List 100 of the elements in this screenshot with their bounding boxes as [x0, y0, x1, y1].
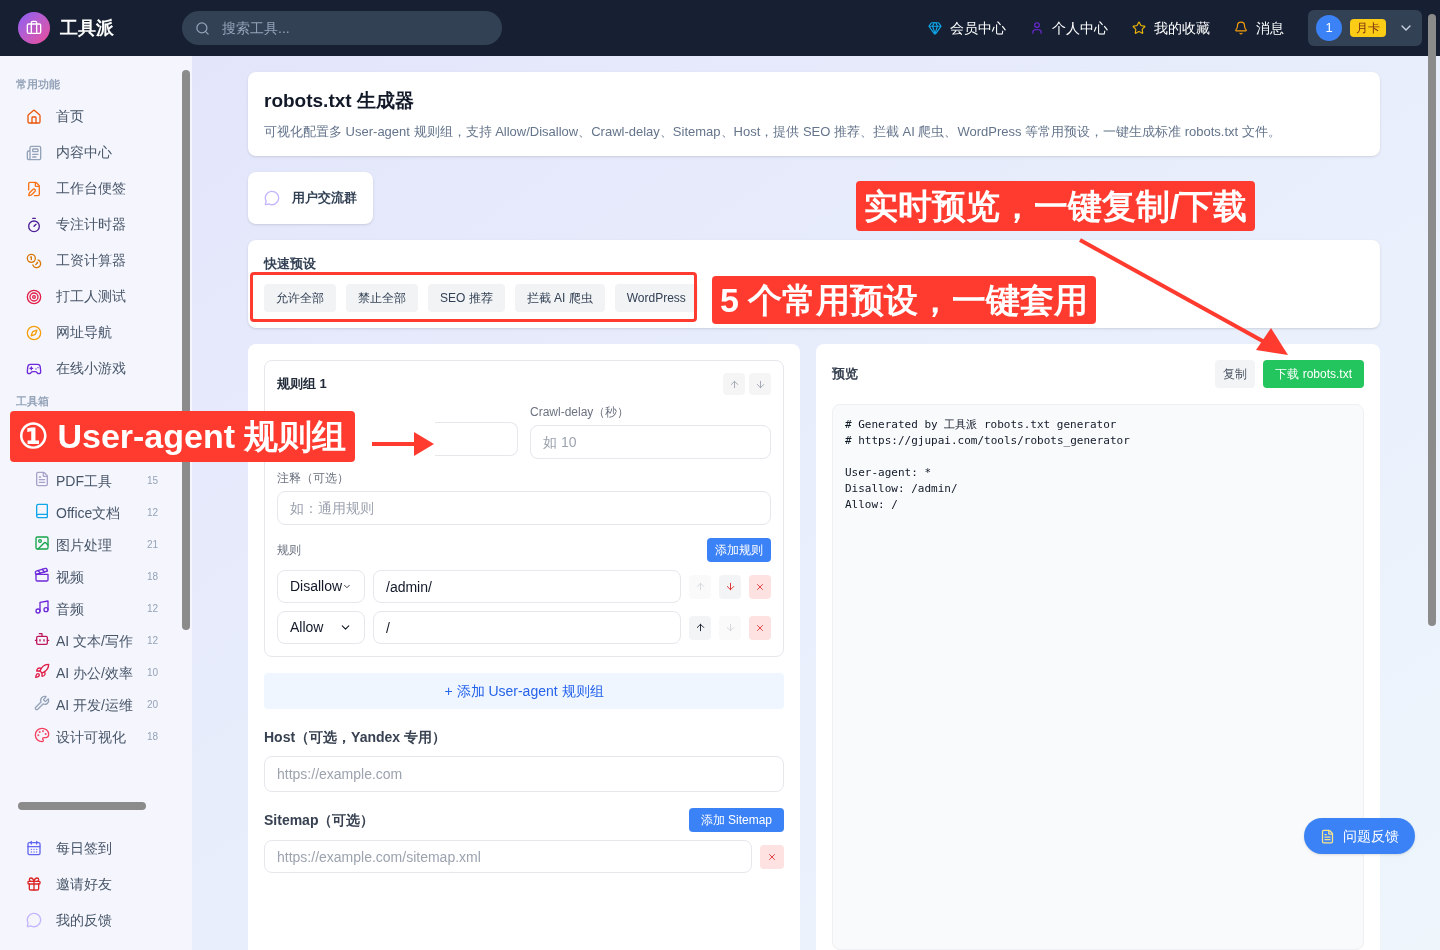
add-group-button[interactable]: + 添加 User-agent 规则组	[264, 673, 784, 709]
book-icon	[34, 502, 50, 519]
user-agent-field[interactable]	[435, 422, 518, 456]
close-icon	[755, 581, 765, 592]
bell-icon	[1234, 21, 1248, 35]
wrench-icon	[34, 694, 50, 711]
sidebar-item[interactable]: 打工人测试	[16, 278, 180, 315]
news-icon	[26, 144, 42, 161]
preset-button[interactable]: 禁止全部	[346, 284, 418, 312]
chat-icon	[26, 912, 42, 928]
page-scrollbar[interactable]	[1428, 14, 1436, 626]
logo-icon	[18, 12, 50, 44]
item-label: AI 文本/写作	[56, 631, 133, 651]
account-menu[interactable]: 1 月卡	[1308, 10, 1422, 46]
target-icon	[26, 288, 42, 305]
sitemap-field[interactable]: https://example.com/sitemap.xml	[264, 840, 752, 873]
chat-icon	[264, 190, 280, 206]
music-icon	[34, 598, 50, 615]
item-label: AI 开发/运维	[56, 695, 133, 715]
search-field[interactable]: 搜索工具...	[182, 11, 502, 45]
user-icon	[1030, 21, 1044, 35]
note-field[interactable]: 如：通用规则	[277, 491, 771, 525]
sidebar-item[interactable]: 在线小游戏	[16, 350, 180, 387]
rule-path-field[interactable]: /	[373, 611, 681, 644]
down-arrow-icon	[724, 581, 736, 592]
sidebar-item[interactable]: 图片处理 21	[16, 528, 180, 561]
sidebar-item[interactable]: 视频 18	[16, 560, 180, 593]
star-icon	[1132, 21, 1146, 35]
callout-label: 5 个常用预设，一键套用	[712, 276, 1097, 324]
sidebar-item[interactable]: 专注计时器	[16, 206, 180, 243]
host-field[interactable]: https://example.com	[264, 756, 784, 792]
nav-link[interactable]: 我的收藏	[1132, 17, 1210, 39]
rule-type-select[interactable]: Disallow	[277, 570, 365, 603]
timer-icon	[26, 216, 42, 233]
field-label: 规则	[277, 542, 301, 559]
feedback-button[interactable]: 问题反馈	[1304, 818, 1415, 854]
bot-icon	[34, 630, 50, 647]
sidebar-item[interactable]: 邀请好友	[26, 866, 192, 902]
preset-button[interactable]: 允许全部	[264, 284, 336, 312]
sidebar-item[interactable]: PDF工具 15	[16, 464, 180, 497]
sidebar-item[interactable]: 首页	[16, 98, 180, 135]
sidebar-item[interactable]: 网址导航	[16, 314, 180, 351]
sidebar-item[interactable]: AI 文本/写作 12	[16, 624, 180, 657]
palette-icon	[34, 726, 50, 743]
field-label: 注释（可选）	[277, 470, 350, 487]
sidebar-item[interactable]: 设计可视化 18	[16, 720, 180, 753]
home-icon	[26, 108, 42, 125]
move-down-button[interactable]	[719, 574, 741, 599]
sidebar-item[interactable]: 音频 12	[16, 592, 180, 625]
field-label: Sitemap（可选）	[264, 810, 375, 830]
file-icon	[34, 470, 50, 487]
sidebar-item[interactable]: 每日签到	[26, 830, 192, 866]
preset-button[interactable]: SEO 推荐	[428, 284, 505, 312]
callout-label: 实时预览，一键复制/下载	[856, 181, 1256, 231]
down-arrow-icon	[754, 378, 766, 390]
logo-text: 工具派	[60, 16, 115, 40]
video-icon	[34, 566, 50, 583]
group-title: 规则组 1	[277, 375, 327, 394]
presets-title: 快速预设	[264, 257, 317, 271]
move-up-button[interactable]	[689, 615, 711, 640]
item-count: 12	[146, 505, 158, 520]
money-icon	[26, 252, 42, 269]
close-icon	[755, 622, 765, 633]
rule-type-select[interactable]: Allow	[277, 611, 365, 644]
rule-path-field[interactable]: /admin/	[373, 570, 681, 603]
sidebar-item[interactable]: AI 办公/效率 10	[16, 656, 180, 689]
add-sitemap-button[interactable]: 添加 Sitemap	[688, 808, 784, 832]
sidebar-item[interactable]: 工作台便签	[16, 170, 180, 207]
sidebar-item[interactable]: 内容中心	[16, 134, 180, 171]
delete-button[interactable]	[760, 844, 784, 869]
document-icon	[1320, 828, 1335, 844]
nav-link[interactable]: 消息	[1234, 17, 1284, 39]
section-title: 工具箱	[16, 394, 50, 407]
item-count: 12	[146, 633, 158, 648]
community-button[interactable]: 用户交流群	[248, 172, 373, 224]
item-label: PDF工具	[56, 471, 112, 491]
sidebar-item[interactable]: Office文档 12	[16, 496, 180, 529]
delete-button[interactable]	[749, 615, 771, 640]
preset-button[interactable]: 拦截 AI 爬虫	[514, 284, 605, 312]
preview-title: 预览	[832, 365, 858, 384]
page-description: 可视化配置多 User-agent 规则组，支持 Allow/Disallow、Crawl-delay、Sitemap、Host，提供 SEO 推荐、拦截 AI 爬虫、WordPress 等常用预设，一键生成标准 robots.txt 文件。	[264, 122, 1282, 141]
copy-button[interactable]: 复制	[1215, 360, 1256, 388]
nav-link[interactable]: 会员中心	[928, 17, 1006, 39]
sidebar-item[interactable]: 我的反馈	[26, 902, 192, 938]
add-rule-button[interactable]: 添加规则	[707, 538, 771, 562]
preset-button[interactable]: WordPress	[614, 284, 698, 312]
sidebar-item[interactable]: 工资计算器	[16, 242, 180, 279]
search-icon	[195, 21, 210, 36]
sidebar-item[interactable]: AI 开发/运维 20	[16, 688, 180, 721]
item-count: 10	[146, 665, 158, 680]
nav-link[interactable]: 个人中心	[1030, 17, 1108, 39]
callout-arrow	[372, 430, 434, 458]
item-count: 21	[146, 537, 158, 552]
move-down-button[interactable]	[749, 373, 771, 395]
item-count: 20	[146, 697, 158, 712]
item-count: 18	[146, 729, 158, 744]
item-count: 15	[146, 473, 158, 488]
delete-button[interactable]	[749, 574, 771, 599]
gift-icon	[26, 876, 42, 892]
crawl-delay-field[interactable]: 如 10	[530, 425, 771, 459]
